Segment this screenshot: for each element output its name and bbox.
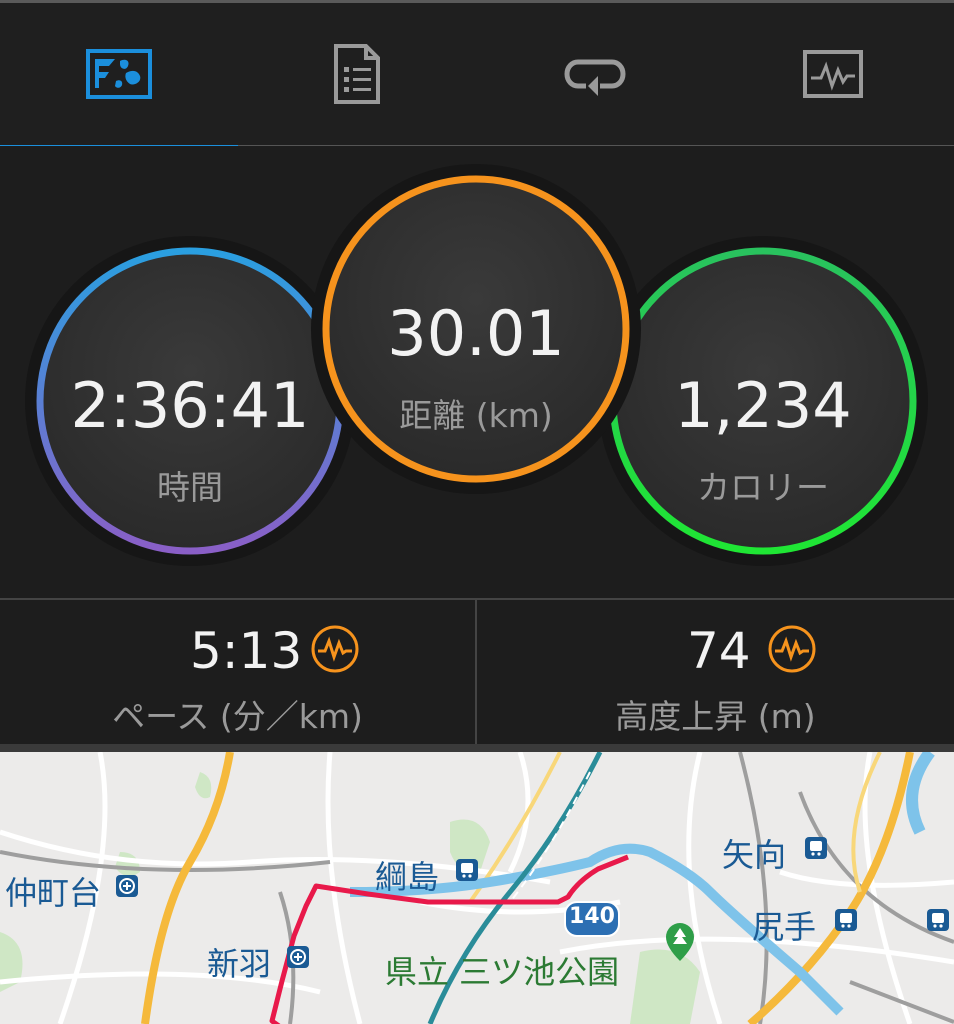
pace-label: ペース (分／km) <box>112 697 363 736</box>
calories-label: カロリー <box>697 468 829 507</box>
tab-bar <box>0 3 954 149</box>
distance-value: 30.01 <box>387 297 565 370</box>
loop-arrow-icon <box>564 59 626 96</box>
document-list-icon <box>334 44 380 104</box>
map-label-tsunashima: 綱島 <box>375 858 440 896</box>
pace-value: 5:13 <box>190 622 303 680</box>
map-label-nippa: 新羽 <box>207 945 272 983</box>
map-label-nakamachidai: 仲町台 <box>5 874 102 912</box>
elevation-metric[interactable]: 74 高度上昇 (m) <box>477 600 954 744</box>
time-label: 時間 <box>157 468 223 507</box>
calories-value: 1,234 <box>674 369 852 442</box>
pace-metric[interactable]: 5:13 ペース (分／km) <box>0 600 475 744</box>
map-label-shitte: 尻手 <box>752 908 817 946</box>
map-label-yakou: 矢向 <box>722 836 787 874</box>
elevation-value: 74 <box>687 622 751 680</box>
subway-station-icon <box>116 875 138 897</box>
map-overview-icon <box>86 49 152 99</box>
map-gap <box>0 744 954 752</box>
station-icon <box>805 837 827 859</box>
elevation-label: 高度上昇 (m) <box>615 697 816 736</box>
distance-stat: 30.01 距離 (km) <box>326 179 626 479</box>
route-number-label: 140 <box>569 904 615 929</box>
stats-panel: 2:36:41 時間 30.01 距離 (km) 1,234 カロリー <box>0 146 954 598</box>
subway-station-icon <box>287 946 309 968</box>
map-label-park: 県立 三ツ池公園 <box>385 953 620 991</box>
activity-chart-icon <box>311 625 359 673</box>
tab-map-overview[interactable] <box>0 3 238 145</box>
metrics-row: 5:13 ペース (分／km) 74 高度上昇 (m) <box>0 600 954 744</box>
station-icon <box>927 909 949 931</box>
time-value: 2:36:41 <box>70 369 310 442</box>
activity-chart-icon <box>768 625 816 673</box>
distance-label: 距離 (km) <box>399 396 553 435</box>
station-icon <box>835 909 857 931</box>
tab-laps[interactable] <box>476 3 714 145</box>
time-stat: 2:36:41 時間 <box>40 251 340 551</box>
route-map[interactable]: 140 綱島 仲町台 矢向 尻手 新羽 県立 三ツ池公園 <box>0 752 954 1024</box>
tab-charts[interactable] <box>714 3 952 145</box>
tab-details[interactable] <box>238 3 476 145</box>
calories-stat: 1,234 カロリー <box>613 251 913 551</box>
chart-waveform-icon <box>803 50 863 98</box>
station-icon <box>456 859 478 881</box>
